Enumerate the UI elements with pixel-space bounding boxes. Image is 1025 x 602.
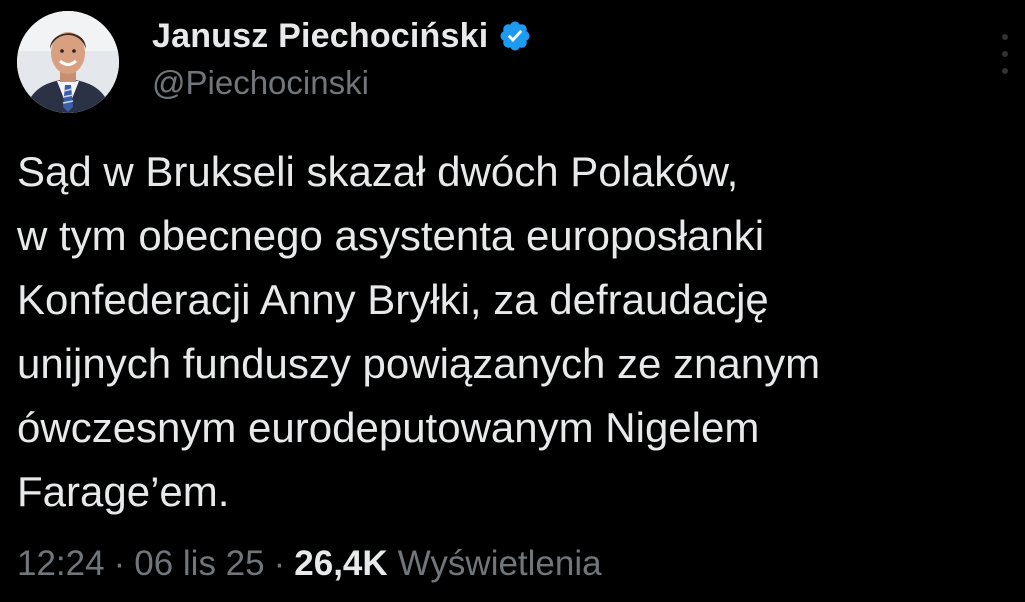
tweet-text-line: Farage’em. [17, 468, 230, 515]
avatar[interactable] [17, 11, 119, 113]
tweet-text-line: ówczesnym eurodeputowanym Nigelem [17, 404, 760, 451]
tweet-text-line: Sąd w Brukseli skazał dwóch Polaków, [17, 148, 739, 195]
display-name[interactable]: Janusz Piechociński [152, 17, 488, 56]
meta-separator: · [273, 544, 286, 583]
tweet-text-line: unijnych funduszy powiązanych ze znanym [17, 340, 821, 387]
more-dot [1002, 34, 1008, 40]
tweet-text: Sąd w Brukseli skazał dwóch Polaków, w t… [17, 140, 1017, 524]
tweet: Janusz Piechociński @Piechocinski Sąd w … [0, 0, 1025, 602]
views-count[interactable]: 26,4K [294, 544, 387, 584]
more-dot [1002, 51, 1008, 57]
verified-badge-icon[interactable] [498, 19, 532, 53]
avatar-photo [17, 11, 119, 113]
views-label[interactable]: Wyświetlenia [398, 544, 602, 584]
handle[interactable]: @Piechocinski [152, 64, 532, 102]
meta-separator: · [113, 544, 126, 583]
author-block: Janusz Piechociński @Piechocinski [152, 14, 532, 102]
more-options-icon[interactable] [993, 34, 1017, 74]
more-dot [1002, 68, 1008, 74]
tweet-text-line: Konfederacji Anny Bryłki, za defraudację [17, 276, 769, 323]
tweet-date[interactable]: 06 lis 25 [134, 544, 264, 584]
tweet-text-line: w tym obecnego asystenta europosłanki [17, 212, 765, 259]
tweet-time[interactable]: 12:24 [17, 544, 105, 584]
name-row: Janusz Piechociński [152, 14, 532, 58]
tweet-metadata: 12:24 · 06 lis 25 · 26,4K Wyświetlenia [17, 544, 602, 584]
